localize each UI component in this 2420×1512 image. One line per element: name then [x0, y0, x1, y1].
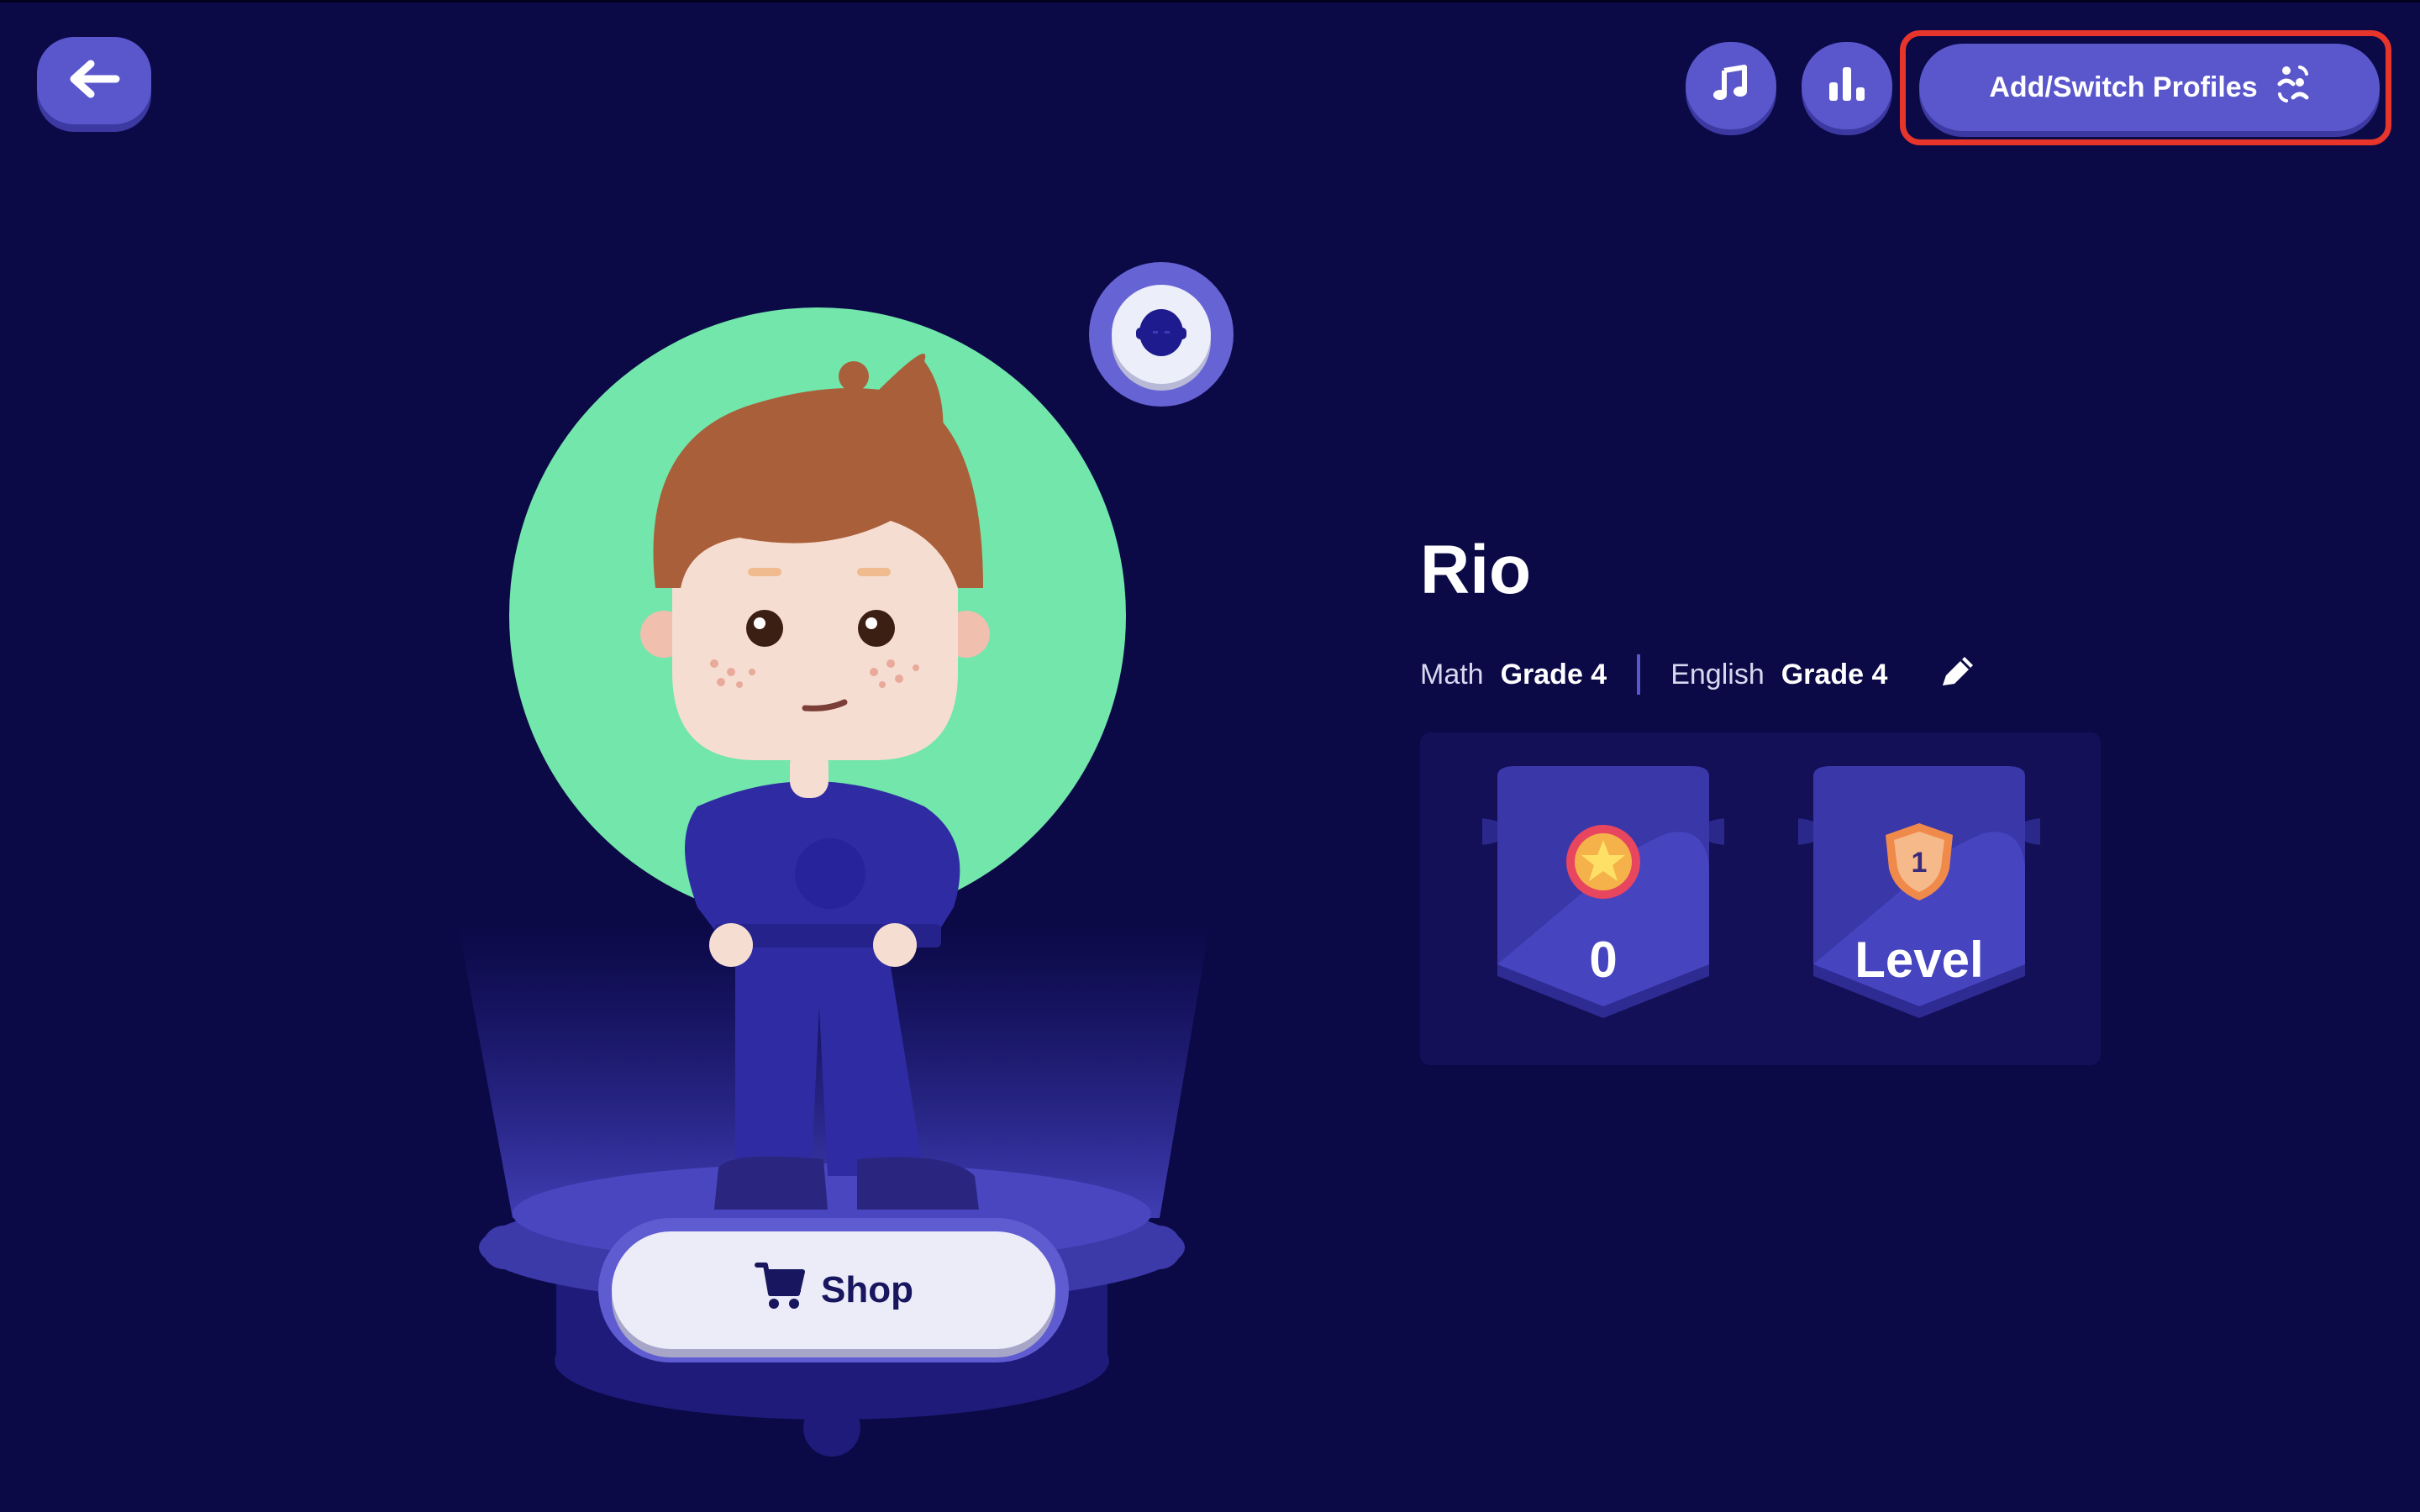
- profile-name: Rio: [1420, 532, 1532, 608]
- edit-grades-button[interactable]: [1936, 650, 1978, 700]
- music-note-icon: [1711, 64, 1751, 108]
- stats-panel: 0 1 Level: [1420, 732, 2101, 1065]
- level-badge: 1 Level: [1798, 766, 2040, 1018]
- english-grade: Grade 4: [1781, 658, 1888, 690]
- profiles-icon: [2276, 64, 2310, 112]
- level-label: Level: [1854, 932, 1984, 988]
- avatar-face-button-inner: [1112, 285, 1211, 384]
- bar-chart-icon: [1826, 64, 1868, 108]
- star-badge-icon: [1561, 820, 1645, 904]
- math-grade: Grade 4: [1500, 658, 1607, 690]
- avatar-face-icon: [1134, 306, 1188, 364]
- add-switch-profiles-label: Add/Switch Profiles: [1989, 71, 2258, 103]
- stars-value: 0: [1589, 932, 1618, 988]
- avatar-face-button[interactable]: [1089, 262, 1234, 407]
- add-switch-profiles-button[interactable]: Add/Switch Profiles: [1919, 44, 2380, 131]
- grades-divider: [1637, 654, 1641, 695]
- pencil-icon: [1936, 650, 1978, 700]
- cart-icon: [754, 1260, 806, 1321]
- shop-label: Shop: [821, 1269, 913, 1310]
- grades-row: Math Grade 4 English Grade 4: [1420, 654, 1978, 696]
- english-label: English: [1670, 658, 1765, 690]
- shop-button[interactable]: Shop: [612, 1231, 1055, 1349]
- shield-badge-icon: 1: [1877, 820, 1961, 904]
- math-label: Math: [1420, 658, 1484, 690]
- music-button[interactable]: [1686, 42, 1776, 129]
- level-number: 1: [1912, 847, 1928, 879]
- stars-badge: 0: [1482, 766, 1724, 1018]
- stats-button[interactable]: [1802, 42, 1892, 129]
